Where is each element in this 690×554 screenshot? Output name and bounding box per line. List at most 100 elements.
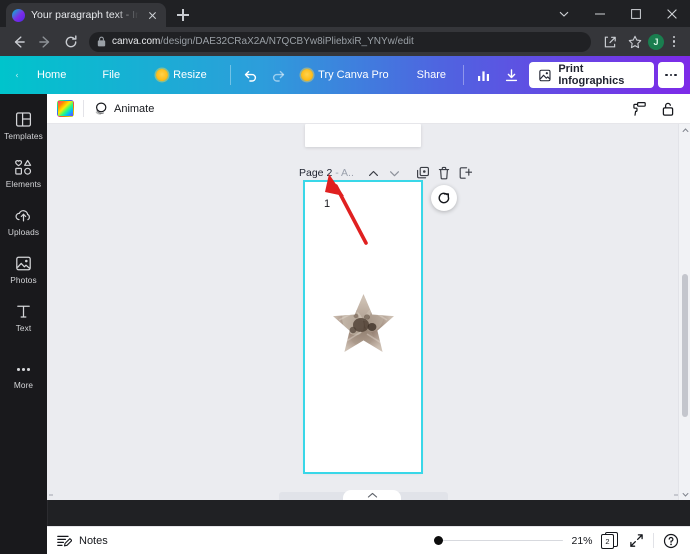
scroll-down-icon[interactable] [679,488,690,500]
print-product-icon [539,69,552,81]
home-label: Home [37,69,67,81]
tab-title: Your paragraph text - Infographic [31,9,139,21]
animate-label: Animate [114,102,155,115]
sidebar-item-label: Text [15,323,32,333]
crown-icon [156,69,169,81]
file-label: File [102,69,121,81]
file-button[interactable]: File [93,62,129,88]
chart-icon[interactable] [470,62,498,88]
rainbow-color-swatch[interactable] [57,100,74,117]
sidebar-item-templates[interactable]: Templates [0,102,47,150]
home-button[interactable]: Home [28,62,75,88]
bottom-divider [653,533,654,548]
page-title[interactable]: Page 2 - A.. [299,167,354,179]
sidebar-item-more[interactable]: More [0,352,47,400]
add-page-icon[interactable] [456,164,475,183]
zoom-slider[interactable] [434,534,563,548]
download-icon[interactable] [498,62,526,88]
undo-icon[interactable] [237,62,265,88]
back-arrow-icon[interactable] [7,30,31,54]
address-bar: canva.com/design/DAE32CRaX2A/N7QCBYw8iPl… [0,27,690,56]
page-grid-icon[interactable]: 2 [601,531,619,550]
slider-handle[interactable] [434,536,443,545]
text-element[interactable]: 1 [324,198,330,210]
photos-icon [16,256,31,271]
left-sidebar: Templates Elements Uploads Photos Text M… [0,94,47,554]
notes-icon [57,535,72,546]
chevron-down-icon[interactable] [385,164,404,183]
share-label: Share [416,69,447,81]
sidebar-item-uploads[interactable]: Uploads [0,198,47,246]
canvas-page[interactable]: 1 [303,180,423,474]
sidebar-item-label: Templates [4,131,43,141]
sidebar-item-label: More [13,379,34,390]
editor-header-actions [627,97,680,121]
resize-button[interactable]: Resize [147,62,216,88]
sidebar-item-elements[interactable]: Elements [0,150,47,198]
notes-label: Notes [79,534,108,547]
reload-icon[interactable] [59,30,83,54]
tab-search-icon[interactable] [546,0,582,27]
sidebar-item-label: Photos [10,275,37,285]
sidebar-item-text[interactable]: Text [0,294,47,342]
url-domain: canva.com [112,35,161,47]
duplicate-page-icon[interactable] [414,164,433,183]
page-count: 2 [601,533,614,549]
share-icon[interactable] [598,30,622,54]
window-controls [546,0,690,27]
close-icon[interactable] [145,8,160,23]
canvas-area[interactable]: Page 2 - A.. 1 [47,124,690,500]
kebab-menu-icon[interactable] [665,32,683,52]
print-infographics-button[interactable]: Print Infographics [529,62,655,88]
scrollbar-thumb[interactable] [682,274,688,417]
lock-icon[interactable] [656,97,680,121]
more-dots-icon [16,363,31,377]
print-label: Print Infographics [558,63,625,87]
page-name-label: - A.. [335,167,354,179]
resize-label: Resize [173,69,207,81]
avatar[interactable]: J [648,33,664,50]
browser-window: Your paragraph text - Infographic [0,0,690,554]
page-number-label: Page 2 [299,167,333,179]
maximize-icon[interactable] [618,0,654,27]
elements-icon [15,159,32,175]
browser-tab[interactable]: Your paragraph text - Infographic [6,3,166,27]
url-text: canva.com/design/DAE32CRaX2A/N7QCBYw8iPl… [112,32,414,52]
lock-icon [97,36,106,47]
star-icon[interactable] [623,30,647,54]
rotate-icon[interactable] [431,185,457,211]
paint-roller-icon[interactable] [627,97,651,121]
more-dots-icon[interactable] [658,62,684,88]
vertical-scrollbar[interactable] [678,124,690,500]
help-icon[interactable] [661,531,681,551]
new-tab-icon[interactable] [172,4,194,26]
trash-icon[interactable] [435,164,454,183]
sidebar-item-label: Uploads [7,227,40,237]
notes-button[interactable]: Notes [56,533,108,549]
sidebar-item-photos[interactable]: Photos [0,246,47,294]
notes-collapse-handle[interactable] [343,490,401,500]
back-chevron-icon[interactable] [6,62,28,88]
text-icon [17,305,30,318]
redo-icon[interactable] [264,62,292,88]
share-button[interactable]: Share [408,62,455,88]
canva-toolbar: Home File Resize Try Canva Pro Share Pri… [0,56,690,94]
forward-arrow-icon[interactable] [33,30,57,54]
tab-strip: Your paragraph text - Infographic [0,0,690,27]
url-input[interactable]: canva.com/design/DAE32CRaX2A/N7QCBYw8iPl… [89,31,591,52]
chevron-up-icon[interactable] [364,164,383,183]
previous-page-thumbnail[interactable] [305,124,421,147]
animate-button[interactable]: Animate [93,101,154,116]
slider-track [434,539,563,542]
expand-icon[interactable] [626,531,646,551]
star-shaped-photo[interactable] [331,292,396,354]
uploads-cloud-icon [15,210,30,222]
close-window-icon[interactable] [654,0,690,27]
crown-icon [301,69,314,81]
scroll-up-icon[interactable] [679,124,690,136]
minimize-icon[interactable] [582,0,618,27]
try-pro-label: Try Canva Pro [318,69,389,81]
canva-icon [12,8,25,22]
try-canva-pro-button[interactable]: Try Canva Pro [292,62,398,88]
templates-icon [15,112,32,127]
